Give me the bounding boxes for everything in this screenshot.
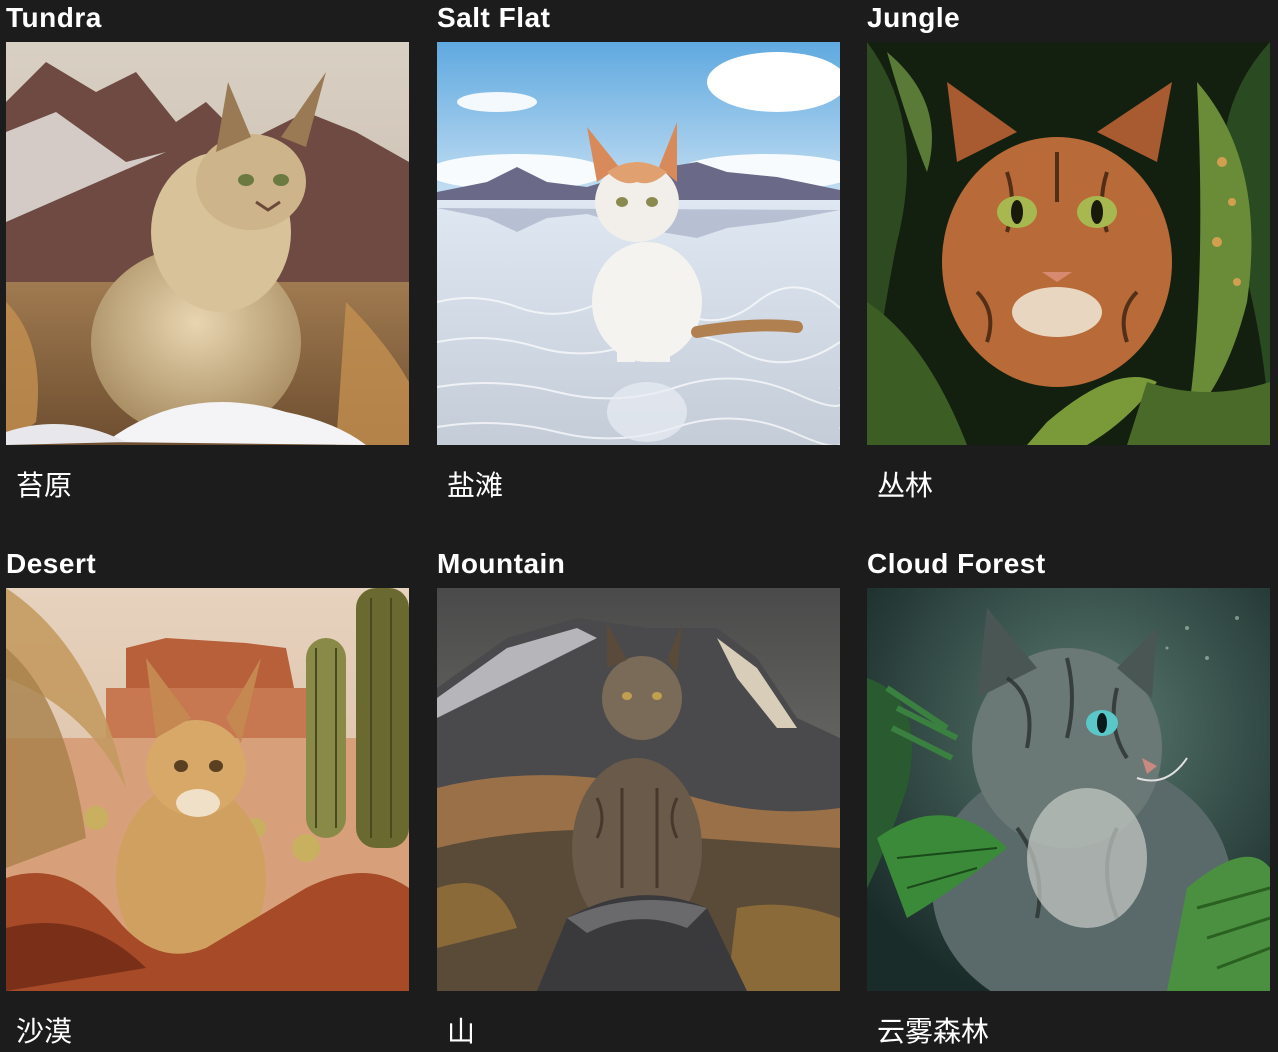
card-caption: 盐滩 bbox=[447, 469, 504, 502]
card-caption: 云雾森林 bbox=[877, 1015, 990, 1048]
card-caption: 山 bbox=[447, 1015, 476, 1048]
card-title: Mountain bbox=[437, 548, 566, 579]
card-title: Salt Flat bbox=[437, 2, 551, 33]
card-title: Jungle bbox=[867, 2, 961, 33]
desert-cat-image[interactable] bbox=[6, 588, 409, 991]
card-caption: 沙漠 bbox=[16, 1015, 73, 1048]
card-title: Tundra bbox=[6, 2, 102, 33]
card-caption: 苔原 bbox=[16, 469, 73, 502]
card-title: Desert bbox=[6, 548, 97, 579]
image-gallery: Tundra 苔原 Salt Flat 盐滩 Jungle 丛林 Desert … bbox=[0, 0, 1278, 1052]
cloud-forest-cat-image[interactable] bbox=[867, 588, 1270, 991]
card-title: Cloud Forest bbox=[867, 548, 1046, 579]
card-caption: 丛林 bbox=[877, 469, 934, 502]
mountain-lynx-image[interactable] bbox=[437, 588, 840, 991]
tundra-cat-image[interactable] bbox=[6, 42, 409, 445]
jungle-cat-image[interactable] bbox=[867, 42, 1270, 445]
salt-flat-cat-image[interactable] bbox=[437, 42, 840, 445]
